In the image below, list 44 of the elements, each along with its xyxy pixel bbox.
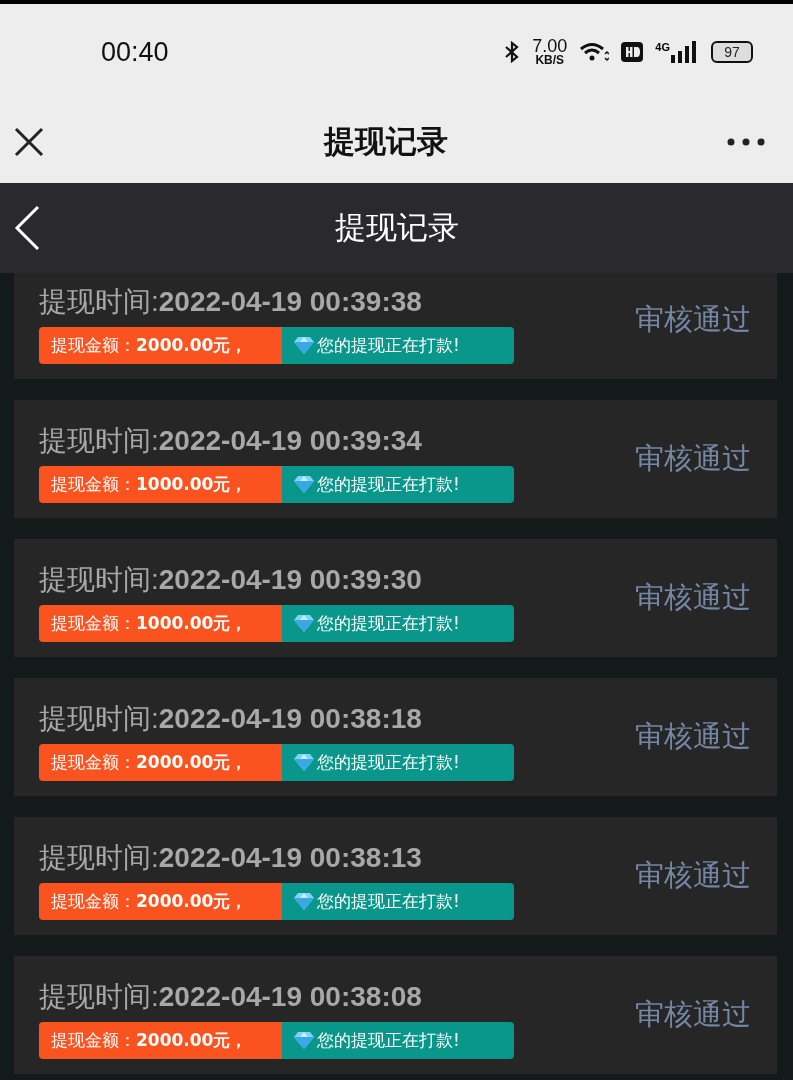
amount-tag: 提现金额：2000.00元， (39, 743, 282, 781)
message-text: 您的提现正在打款! (317, 750, 460, 774)
signal-icon (671, 41, 699, 63)
withdraw-time: 提现时间:2022-04-19 00:38:08 (39, 979, 423, 1014)
review-status: 审核通过 (635, 857, 751, 894)
amount-tag: 提现金额：1000.00元， (39, 465, 282, 503)
withdraw-time: 提现时间:2022-04-19 00:39:30 (39, 562, 423, 597)
amount-tag: 提现金额：1000.00元， (39, 604, 282, 642)
withdraw-time: 提现时间:2022-04-19 00:39:34 (39, 423, 423, 458)
network-label: 4G (655, 41, 670, 53)
status-time: 00:40 (101, 36, 169, 68)
message-text: 您的提现正在打款! (317, 472, 460, 496)
diamond-icon (294, 475, 314, 493)
header-title: 提现记录 (334, 208, 459, 247)
amount-tag: 提现金额：2000.00元， (39, 326, 282, 364)
diamond-icon (294, 1031, 314, 1049)
diamond-icon (294, 892, 314, 910)
battery-indicator: 97 (711, 41, 753, 63)
message-text: 您的提现正在打款! (317, 333, 460, 357)
amount-tag: 提现金额：2000.00元， (39, 882, 282, 920)
diamond-icon (294, 336, 314, 354)
diamond-icon (294, 614, 314, 632)
diamond-icon (294, 753, 314, 771)
withdraw-time: 提现时间:2022-04-19 00:39:38 (39, 284, 423, 319)
speed-unit: KB/S (535, 54, 565, 66)
review-status: 审核通过 (635, 440, 751, 477)
page-title: 提现记录 (323, 121, 448, 161)
message-text: 您的提现正在打款! (317, 1028, 460, 1052)
speed-value: 7.00 (532, 38, 568, 54)
withdraw-time: 提现时间:2022-04-19 00:38:13 (39, 840, 423, 875)
more-icon[interactable] (727, 137, 765, 146)
message-text: 您的提现正在打款! (317, 611, 460, 635)
withdraw-time: 提现时间:2022-04-19 00:38:18 (39, 701, 423, 736)
review-status: 审核通过 (635, 579, 751, 616)
amount-tag: 提现金额：2000.00元， (39, 1021, 282, 1059)
bluetooth-icon (504, 40, 521, 64)
review-status: 审核通过 (635, 996, 751, 1033)
review-status: 审核通过 (635, 301, 751, 338)
back-icon[interactable] (14, 205, 40, 251)
hd-icon (621, 42, 644, 62)
message-text: 您的提现正在打款! (317, 889, 460, 913)
wifi-icon (579, 41, 610, 63)
review-status: 审核通过 (635, 718, 751, 755)
close-icon[interactable] (14, 126, 44, 157)
